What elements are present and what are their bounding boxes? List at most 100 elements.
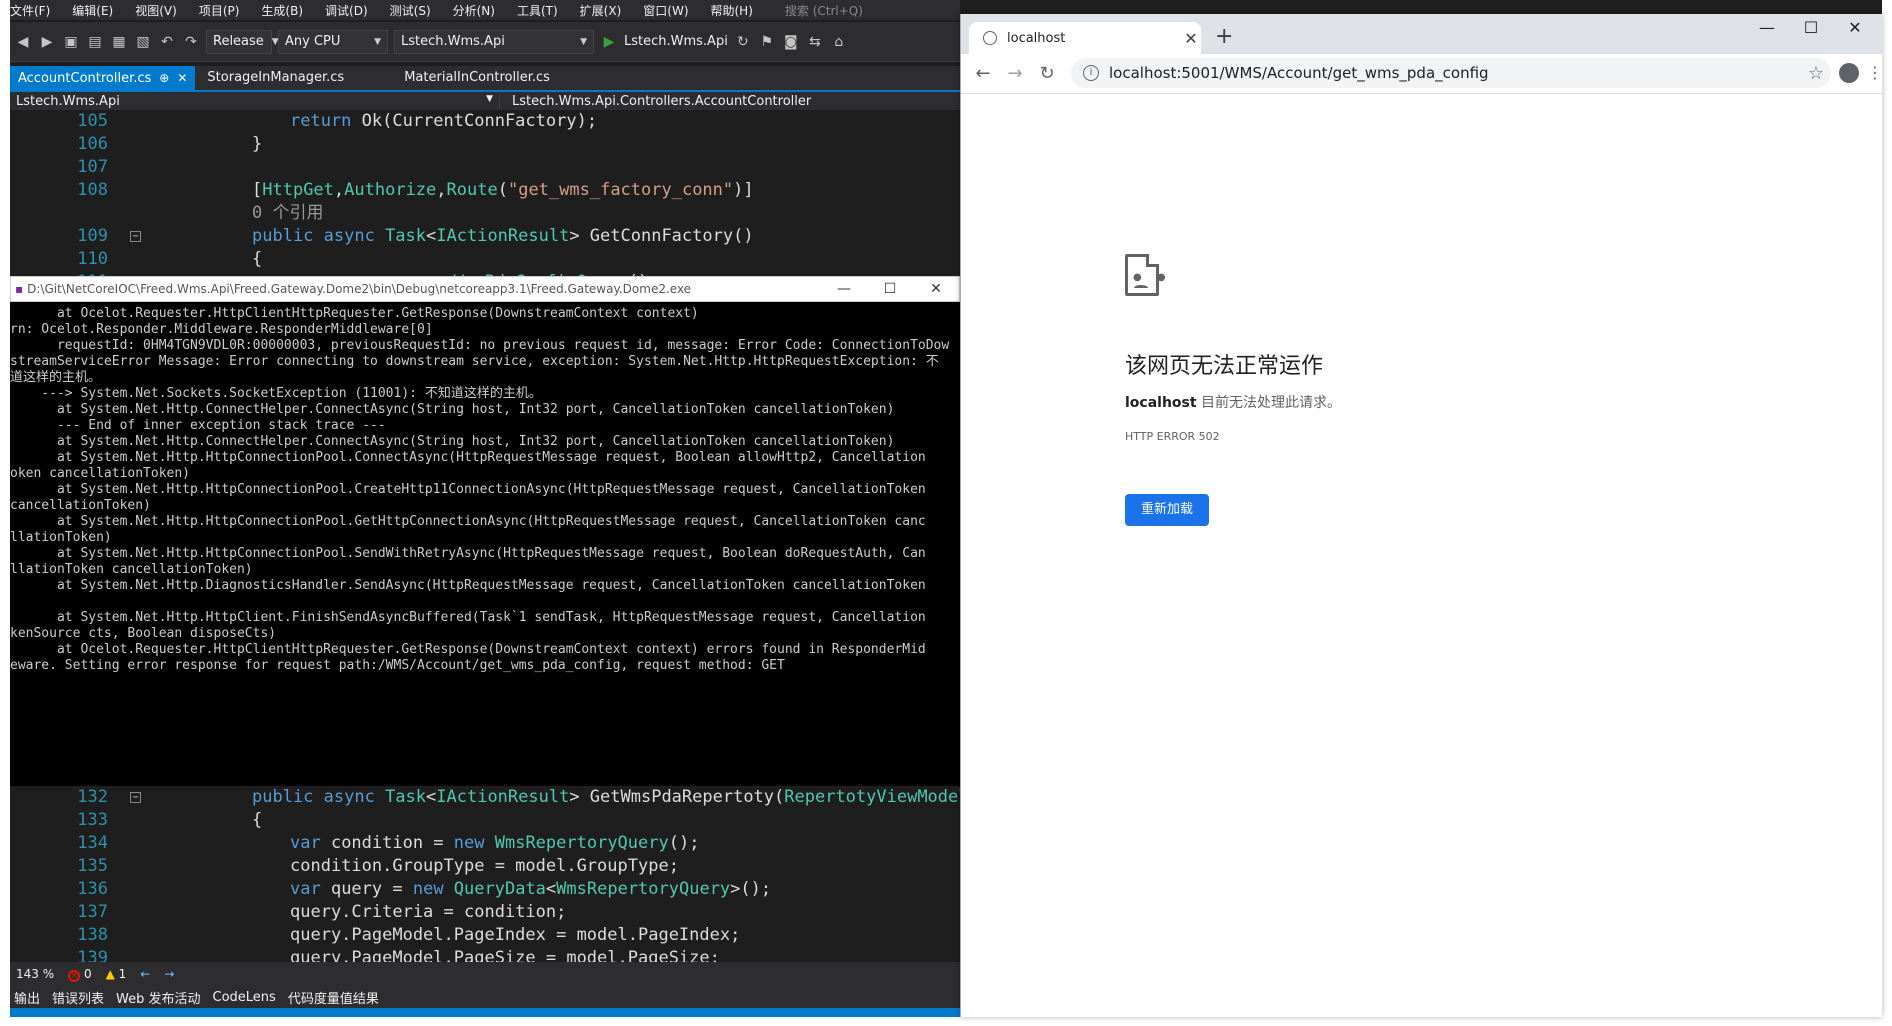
minimize-icon[interactable]: — (1747, 18, 1787, 37)
code-line[interactable]: 105 return Ok(CurrentConnFactory); (10, 110, 960, 133)
info-icon[interactable]: i (1083, 65, 1099, 81)
undo-icon[interactable]: ↶ (158, 34, 176, 50)
code-token: public async (252, 226, 386, 246)
code-line[interactable]: 108 [HttpGet,Authorize,Route("get_wms_fac… (10, 179, 960, 202)
forward-arrow-icon[interactable]: → (999, 63, 1031, 84)
menu-item[interactable]: 编辑(E) (72, 2, 113, 19)
url-field[interactable]: i localhost:5001/WMS/Account/get_wms_pda… (1071, 58, 1831, 88)
more-menu-icon[interactable]: ⋮ (1867, 63, 1882, 82)
menu-item[interactable]: 扩展(X) (580, 2, 622, 19)
zoom-level[interactable]: 143 % (16, 967, 54, 981)
code-line[interactable]: 137 query.Criteria = condition; (10, 901, 960, 924)
menu-item[interactable]: 窗口(W) (643, 2, 688, 19)
collapse-icon[interactable]: − (130, 231, 141, 242)
account-avatar-icon[interactable] (1839, 63, 1859, 83)
reload-button[interactable]: 重新加载 (1125, 494, 1209, 526)
code-token: Task (385, 787, 427, 807)
address-bar: ← → ↻ i localhost:5001/WMS/Account/get_w… (961, 54, 1882, 94)
code-line[interactable]: 134 var condition = new WmsRepertoryQuery… (10, 832, 960, 855)
tool-window-tab[interactable]: CodeLens (213, 990, 276, 1005)
menu-item[interactable]: 文件(F) (10, 2, 50, 19)
console-title-bar: ▪ D:\Git\NetCoreIOC\Freed.Wms.Api\Freed.… (10, 276, 960, 302)
maximize-icon[interactable]: ☐ (1791, 18, 1831, 37)
redo-icon[interactable]: ↷ (182, 34, 200, 50)
console-line: at System.Net.Http.ConnectHelper.Connect… (10, 434, 895, 449)
maximize-icon[interactable]: ☐ (867, 281, 913, 297)
code-line[interactable]: 133 { (10, 809, 960, 832)
console-line: kenSource cts, Boolean disposeCts) (10, 626, 277, 641)
run-button-label[interactable]: Lstech.Wms.Api (624, 34, 728, 49)
run-icon[interactable]: ▶ (600, 34, 618, 50)
startup-project-dropdown[interactable]: Lstech.Wms.Api ▼ (394, 29, 594, 54)
menu-item[interactable]: 项目(P) (199, 2, 240, 19)
tab-storage-in-manager[interactable]: StorageInManager.cs (199, 66, 352, 90)
menu-item[interactable]: 调试(D) (325, 2, 368, 19)
minimize-icon[interactable]: — (821, 281, 867, 297)
code-text: query.PageModel.PageIndex = model.PageIn… (290, 924, 740, 947)
new-project-icon[interactable]: ▣ (62, 34, 80, 50)
close-tab-icon[interactable]: ✕ (1181, 29, 1201, 48)
code-token: )] (733, 180, 754, 200)
tool-window-tab[interactable]: 输出 (14, 988, 40, 1007)
menu-item[interactable]: 生成(B) (261, 2, 303, 19)
back-arrow-icon[interactable]: ← (967, 63, 999, 84)
tool-window-tab[interactable]: 代码度量值结果 (288, 988, 379, 1007)
forward-icon[interactable]: ▶ (38, 34, 56, 50)
code-token: query = (330, 879, 413, 899)
close-icon[interactable]: ✕ (913, 281, 959, 297)
collapse-icon[interactable]: − (130, 792, 141, 803)
menu-item[interactable]: 视图(V) (135, 2, 177, 19)
code-line[interactable]: 106} (10, 133, 960, 156)
menu-item[interactable]: 测试(S) (390, 2, 431, 19)
bookmark-icon[interactable]: ⌂ (830, 34, 848, 50)
save-icon[interactable]: ▦ (110, 34, 128, 50)
code-line[interactable]: 136 var query = new QueryData<WmsRepertor… (10, 878, 960, 901)
code-line[interactable]: 138 query.PageModel.PageIndex = model.Pag… (10, 924, 960, 947)
back-icon[interactable]: ◀ (14, 34, 32, 50)
search-box[interactable]: 搜索 (Ctrl+Q) (785, 2, 863, 19)
browser-link-icon[interactable]: ⚑ (758, 34, 776, 50)
line-number: 109 (77, 226, 108, 246)
code-editor-top[interactable]: 105 return Ok(CurrentConnFactory); 106} 107… (10, 110, 960, 276)
screenshot-icon[interactable]: ◙ (782, 34, 800, 50)
tool-window-tab[interactable]: 错误列表 (52, 988, 104, 1007)
platform-dropdown[interactable]: Any CPU ▼ (278, 29, 388, 54)
arrow-right-icon[interactable]: → (164, 967, 174, 981)
code-line[interactable]: 132 − public async Task<IActionResult> Get… (10, 786, 960, 809)
project-dropdown[interactable]: Lstech.Wms.Api ▼ (10, 93, 500, 109)
menu-item[interactable]: 帮助(H) (711, 2, 753, 19)
sync-icon[interactable]: ⇆ (806, 34, 824, 50)
toolbar: ◀ ▶ ▣ ▤ ▦ ▧ ↶ ↷ Release ▼ Any CPU ▼ Lstech… (10, 22, 960, 62)
new-tab-icon[interactable]: + (1215, 24, 1233, 49)
bookmark-star-icon[interactable]: ☆ (1801, 63, 1831, 84)
tool-window-tab[interactable]: Web 发布活动 (116, 988, 200, 1007)
error-code: HTTP ERROR 502 (1125, 430, 1220, 443)
class-dropdown[interactable]: Lstech.Wms.Api.Controllers.AccountContro… (500, 94, 811, 109)
code-line[interactable]: 107 (10, 156, 960, 179)
code-line[interactable]: 0 个引用 (10, 202, 960, 225)
error-count[interactable]: ✕ 0 (68, 967, 92, 982)
close-window-icon[interactable]: ✕ (1835, 18, 1875, 37)
code-token: Route (446, 180, 498, 200)
open-folder-icon[interactable]: ▤ (86, 34, 104, 50)
tab-account-controller[interactable]: AccountController.cs ⊕ ✕ (10, 66, 196, 90)
menu-item[interactable]: 工具(T) (517, 2, 558, 19)
tab-material-in-controller[interactable]: MaterialInController.cs (396, 66, 558, 90)
close-icon[interactable]: ✕ (177, 71, 187, 85)
arrow-left-icon[interactable]: ← (140, 967, 150, 981)
refresh-icon[interactable]: ↻ (734, 34, 752, 50)
save-all-icon[interactable]: ▧ (134, 34, 152, 50)
reload-icon[interactable]: ↻ (1031, 63, 1063, 84)
code-line[interactable]: 135 condition.GroupType = model.GroupType… (10, 855, 960, 878)
configuration-value: Release (213, 33, 264, 49)
code-line[interactable]: 110 { (10, 248, 960, 271)
configuration-dropdown[interactable]: Release ▼ (206, 29, 279, 54)
menu-item[interactable]: 分析(N) (453, 2, 495, 19)
code-editor-bottom[interactable]: 132− public async Task<IActionResult> Get… (10, 786, 960, 962)
pin-icon[interactable]: ⊕ (159, 71, 169, 85)
code-line[interactable]: 109 − public async Task<IActionResult> Get… (10, 225, 960, 248)
warning-count[interactable]: ▲ 1 (106, 967, 127, 981)
code-line[interactable]: 139 query.PageModel.PageSize = model.Page… (10, 947, 960, 962)
line-number: 106 (77, 134, 108, 154)
browser-tab[interactable]: localhost ✕ (969, 22, 1201, 54)
